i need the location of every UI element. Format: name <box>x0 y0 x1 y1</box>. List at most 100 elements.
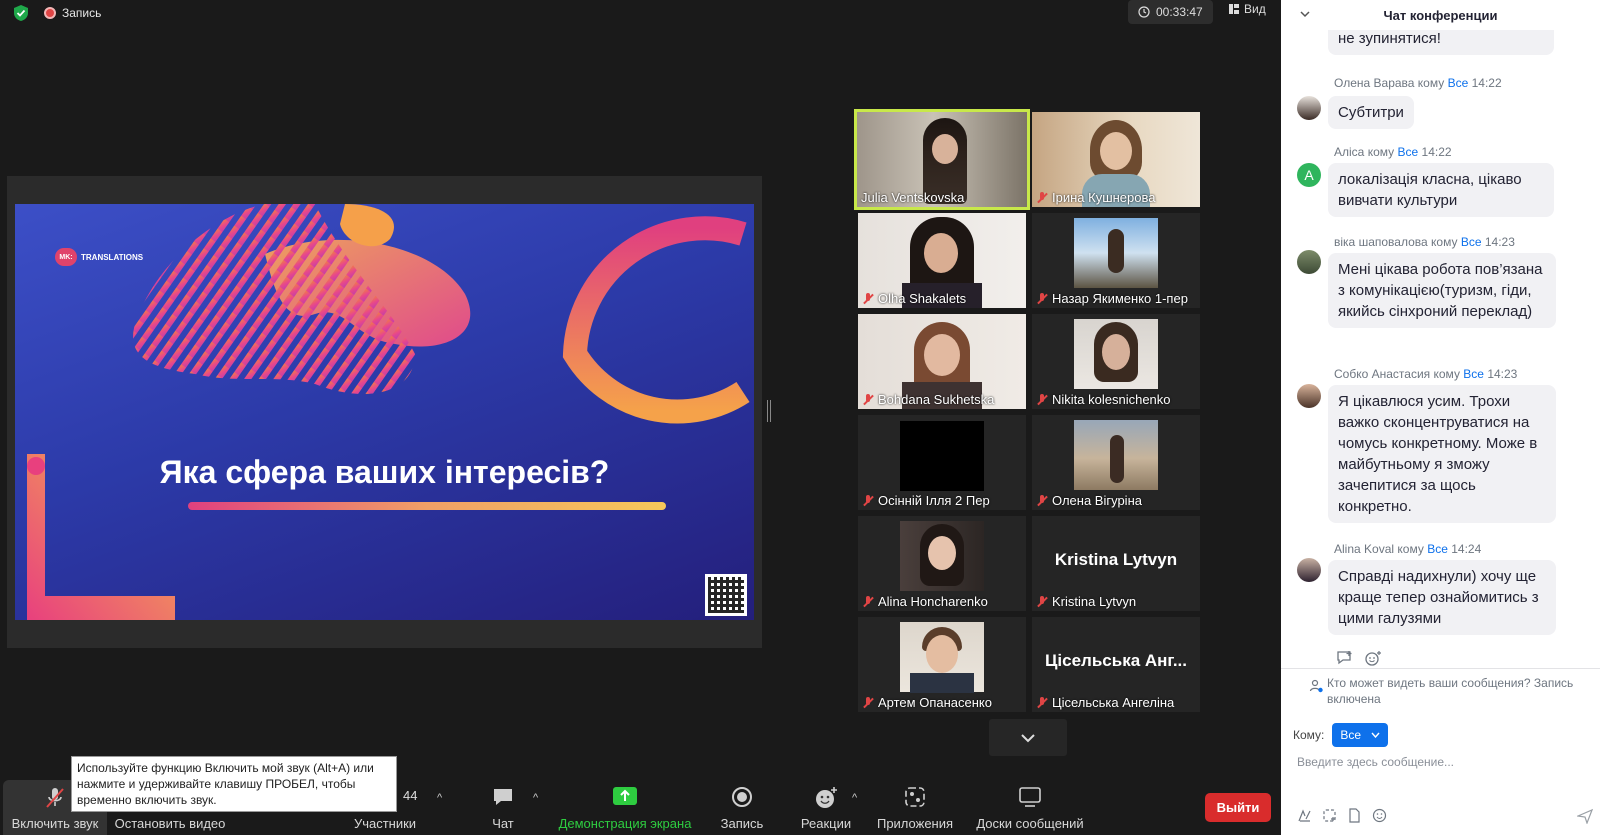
chat-panel: Чат конференции не зупинятися! Олена Вар… <box>1281 0 1600 835</box>
chat-bubble: локалізація класна, цікаво вивчати культ… <box>1328 163 1554 217</box>
apps-button[interactable]: Приложения <box>875 780 955 835</box>
shared-screen[interactable]: MK: TRANSLATIONS Яка сфера ваших інтерес… <box>7 176 762 648</box>
muted-mic-icon <box>1036 595 1048 608</box>
muted-mic-icon <box>1036 292 1048 305</box>
emoji-icon[interactable] <box>1372 808 1387 823</box>
record-dot-icon <box>44 7 56 19</box>
recording-label: Запись <box>62 6 102 20</box>
message-input[interactable]: Введите здесь сообщение... <box>1297 755 1454 769</box>
chat-bubble: не зупинятися! <box>1328 30 1554 55</box>
view-button[interactable]: Вид <box>1228 2 1266 16</box>
chat-messages[interactable]: не зупинятися! Олена Варава кому Все 14:… <box>1281 30 1600 663</box>
recording-indicator[interactable]: Запись <box>44 6 101 20</box>
recipient-row: Кому: Все <box>1293 723 1389 747</box>
qr-code <box>705 574 747 616</box>
record-button[interactable]: Запись <box>715 780 769 835</box>
chat-caret-icon[interactable]: ^ <box>533 792 538 804</box>
top-status-bar: Запись <box>12 4 101 22</box>
muted-mic-icon <box>1036 191 1048 204</box>
meeting-timer: 00:33:47 <box>1128 0 1213 24</box>
muted-mic-icon <box>862 595 874 608</box>
whiteboards-button[interactable]: Доски сообщений <box>970 780 1090 835</box>
muted-mic-icon <box>1036 696 1048 709</box>
reactions-label: Реакции <box>800 816 852 831</box>
security-shield-icon[interactable] <box>12 4 30 22</box>
muted-mic-icon <box>1036 393 1048 406</box>
chat-meta: Аліса кому Все 14:22 <box>1334 145 1452 159</box>
participant-name: Артем Опанасенко <box>862 695 992 710</box>
chat-button[interactable]: Чат <box>480 780 526 835</box>
participant-name: Олена Вігуріна <box>1036 493 1142 508</box>
share-screen-icon <box>613 787 637 805</box>
muted-mic-icon <box>1036 494 1048 507</box>
video-tile[interactable]: Bohdana Sukhetska <box>858 314 1026 409</box>
video-tile[interactable]: Ірина Кушнерова <box>1032 112 1200 207</box>
video-tile[interactable]: Kristina Lytvyn Kristina Lytvyn <box>1032 516 1200 611</box>
avatar <box>1297 558 1321 582</box>
participant-name: Kristina Lytvyn <box>1036 594 1136 609</box>
chat-label: Чат <box>492 816 514 831</box>
muted-mic-icon <box>862 494 874 507</box>
participant-placeholder-name: Цісельська Анг... <box>1045 651 1187 670</box>
share-screen-button[interactable]: Демонстрация экрана <box>555 780 695 835</box>
recipient-dropdown[interactable]: Все <box>1332 723 1389 747</box>
avatar <box>1297 96 1321 120</box>
format-text-icon[interactable] <box>1297 808 1312 823</box>
view-label: Вид <box>1244 2 1266 16</box>
record-icon <box>732 787 752 807</box>
chat-privacy-note[interactable]: Кто может видеть ваши сообщения? Запись … <box>1309 675 1594 707</box>
send-icon[interactable] <box>1577 808 1593 824</box>
video-tile[interactable]: Артем Опанасенко <box>858 617 1026 712</box>
add-reaction-icon[interactable] <box>1364 650 1382 666</box>
file-icon[interactable] <box>1347 808 1362 823</box>
apps-icon <box>905 787 925 807</box>
recipient-value: Все <box>1340 728 1362 742</box>
logo-mark: MK: <box>55 248 77 266</box>
meeting-area: Запись 00:33:47 Вид MK: TRANSLATIONS Яка… <box>0 0 1281 835</box>
participant-name: Alina Honcharenko <box>862 594 988 609</box>
chat-header: Чат конференции <box>1281 0 1600 30</box>
unmute-tooltip: Используйте функцию Включить мой звук (A… <box>71 756 397 812</box>
screenshot-icon[interactable] <box>1322 808 1337 823</box>
chat-bubble: Я цікавлюся усим. Трохи важко сконцентру… <box>1328 385 1556 523</box>
participant-name: Осінній Ілля 2 Пер <box>862 493 990 508</box>
video-tile[interactable]: Nikita kolesnichenko <box>1032 314 1200 409</box>
slide-question: Яка сфера ваших інтересів? <box>159 454 610 490</box>
chat-bubble: Справді надихнули) хочу ще краще тепер о… <box>1328 560 1556 635</box>
slide-logo: MK: TRANSLATIONS <box>55 248 143 266</box>
participant-name: Julia Ventskovska <box>861 190 965 205</box>
chat-meta: Олена Варава кому Все 14:22 <box>1334 76 1502 90</box>
video-tile[interactable]: Olha Shakalets <box>858 213 1026 308</box>
reactions-caret-icon[interactable]: ^ <box>852 792 857 804</box>
collapse-chevron-icon[interactable] <box>1299 8 1311 20</box>
chat-bubble-icon <box>494 789 512 805</box>
reply-icon[interactable] <box>1336 650 1354 666</box>
video-tile[interactable]: Олена Вігуріна <box>1032 415 1200 510</box>
participants-caret-icon[interactable]: ^ <box>437 792 442 804</box>
participant-name: Olha Shakalets <box>862 291 966 306</box>
video-tile[interactable]: Осінній Ілля 2 Пер <box>858 415 1026 510</box>
muted-mic-icon <box>46 788 64 808</box>
gallery-next-page-button[interactable] <box>989 719 1067 756</box>
participant-name: Nikita kolesnichenko <box>1036 392 1171 407</box>
chat-meta: віка шаповалова кому Все 14:23 <box>1334 235 1515 249</box>
logo-text: TRANSLATIONS <box>81 252 144 262</box>
video-tile[interactable]: Alina Honcharenko <box>858 516 1026 611</box>
record-label: Запись <box>720 816 764 831</box>
video-tile[interactable]: Назар Якименко 1-пер <box>1032 213 1200 308</box>
timer-value: 00:33:47 <box>1156 5 1203 19</box>
whiteboard-icon <box>1019 787 1041 807</box>
avatar: A <box>1297 163 1321 187</box>
chat-bubble: Субтитри <box>1328 96 1414 129</box>
reactions-button[interactable]: Реакции <box>795 780 857 835</box>
leave-meeting-button[interactable]: Выйти <box>1205 793 1271 822</box>
video-tile[interactable]: Цісельська Анг... Цісельська Ангеліна <box>1032 617 1200 712</box>
chevron-down-icon <box>1371 732 1380 738</box>
video-tile[interactable]: Julia Ventskovska <box>854 109 1030 210</box>
slide-decoration <box>27 204 750 620</box>
person-visibility-icon <box>1309 679 1323 693</box>
to-label: Кому: <box>1293 728 1325 742</box>
split-view-handle[interactable] <box>767 400 771 422</box>
avatar <box>1297 250 1321 274</box>
participant-name: Цісельська Ангеліна <box>1036 695 1174 710</box>
